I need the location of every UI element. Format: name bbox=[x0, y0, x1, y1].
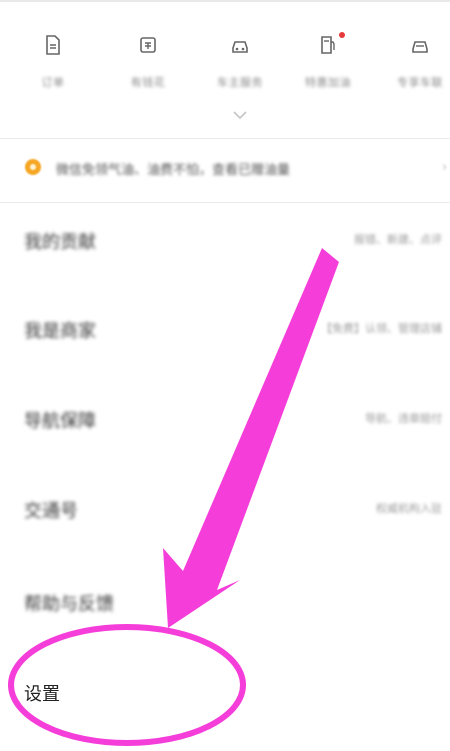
section-divider bbox=[0, 138, 450, 139]
menu-item-title: 设置 bbox=[24, 684, 60, 705]
fuel-notice-bar[interactable]: 微信免领气油、油费不怕，查看已赠油量 › bbox=[0, 146, 450, 190]
quick-action-label: 车主服务 bbox=[217, 76, 263, 89]
wallet-icon bbox=[138, 34, 158, 56]
menu-item-help-feedback[interactable]: 帮助与反馈 bbox=[0, 570, 450, 630]
quick-actions-row: 订单 有钱花 车主服务 特惠加油 专享车联 bbox=[0, 26, 450, 98]
chevron-down-icon[interactable] bbox=[230, 108, 250, 122]
menu-item-subtitle: 导航、违章赔付 bbox=[365, 412, 442, 425]
quick-action-label: 订单 bbox=[41, 76, 65, 89]
menu-item-title: 我是商家 bbox=[24, 321, 96, 342]
menu-item-title: 导航保障 bbox=[24, 411, 96, 432]
fuel-coupon-icon bbox=[318, 32, 345, 56]
notice-text: 微信免领气油、油费不怕，查看已赠油量 bbox=[56, 163, 291, 178]
quick-action-youqianhua[interactable]: 有钱花 bbox=[103, 26, 193, 90]
document-icon bbox=[43, 34, 63, 56]
menu-item-title: 我的贡献 bbox=[24, 232, 96, 253]
menu-item-title: 交通号 bbox=[24, 501, 78, 522]
quick-action-orders[interactable]: 订单 bbox=[8, 26, 98, 90]
quick-action-label: 有钱花 bbox=[130, 76, 166, 89]
top-divider bbox=[0, 0, 450, 2]
annotation-overlay bbox=[8, 248, 339, 746]
menu-item-traffic-account[interactable]: 交通号 权威机构入驻 bbox=[0, 477, 450, 537]
menu-item-settings[interactable]: 设置 bbox=[0, 660, 450, 720]
menu-item-subtitle: 【免费】认领、管理店铺 bbox=[321, 322, 442, 335]
quick-action-car-link[interactable]: 专享车联 bbox=[375, 26, 450, 90]
menu-item-contribution[interactable]: 我的贡献 报错、新建、点评 bbox=[0, 208, 450, 268]
quick-action-label: 专享车联 bbox=[397, 76, 443, 89]
menu-item-subtitle: 权威机构入驻 bbox=[376, 502, 442, 515]
quick-action-label: 特惠加油 bbox=[305, 76, 351, 89]
chevron-right-icon: › bbox=[442, 160, 448, 175]
quick-action-car-service[interactable]: 车主服务 bbox=[195, 26, 285, 90]
quick-action-fuel-coupon[interactable]: 特惠加油 bbox=[283, 26, 373, 90]
fuel-drop-icon bbox=[25, 159, 41, 175]
menu-item-subtitle: 报错、新建、点评 bbox=[354, 233, 442, 246]
badge-dot bbox=[339, 32, 345, 38]
car-service-icon bbox=[230, 34, 250, 56]
menu-item-merchant[interactable]: 我是商家 【免费】认领、管理店铺 bbox=[0, 297, 450, 357]
section-divider bbox=[0, 202, 450, 203]
car-link-icon bbox=[410, 34, 430, 56]
menu-item-title: 帮助与反馈 bbox=[24, 594, 114, 615]
menu-item-navigation-guarantee[interactable]: 导航保障 导航、违章赔付 bbox=[0, 387, 450, 447]
